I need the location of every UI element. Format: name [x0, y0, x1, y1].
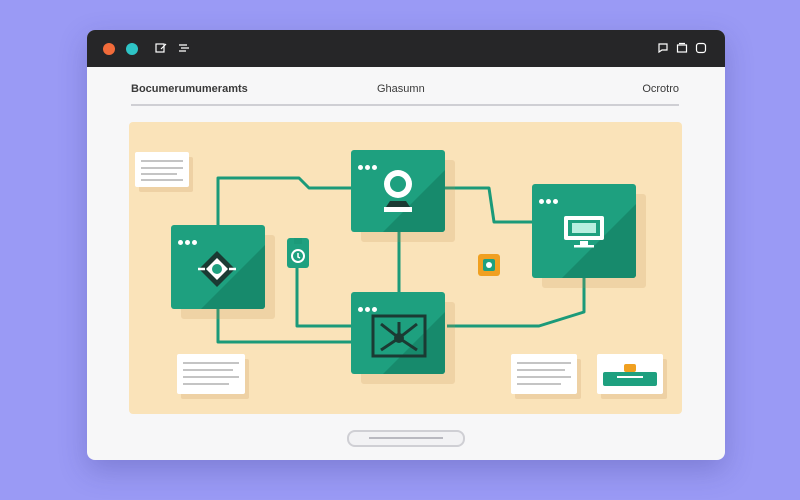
window-close-button[interactable] — [103, 43, 115, 55]
decision-node[interactable] — [171, 225, 265, 309]
hub-node[interactable] — [351, 292, 445, 374]
user-profile-node[interactable] — [351, 150, 445, 232]
page-header: Bocumerumumeramts Ghasumn Ocrotro — [131, 80, 679, 106]
header-center-label[interactable]: Ghasumn — [377, 83, 425, 95]
diamond-move-icon — [198, 251, 236, 287]
note-card-bottom-left[interactable] — [177, 354, 245, 394]
monitor-icon — [564, 216, 604, 248]
node-menu-dots[interactable] — [358, 297, 379, 312]
page-title: Bocumerumumeramts — [131, 83, 248, 95]
device-connector[interactable] — [287, 238, 309, 268]
network-icon — [371, 314, 427, 358]
list-icon[interactable] — [178, 42, 190, 54]
node-menu-dots[interactable] — [178, 230, 199, 245]
note-card-top-left[interactable] — [135, 152, 189, 187]
window-expand-button[interactable] — [126, 43, 138, 55]
edit-icon[interactable] — [155, 42, 167, 54]
title-bar — [87, 30, 725, 67]
settings-icon — [483, 259, 495, 271]
status-pill[interactable] — [347, 430, 465, 447]
window-icon[interactable] — [695, 42, 707, 54]
app-window: Bocumerumumeramts Ghasumn Ocrotro — [87, 30, 725, 460]
profile-card[interactable] — [597, 354, 663, 394]
node-menu-dots[interactable] — [358, 155, 379, 170]
note-card-bottom-right[interactable] — [511, 354, 577, 394]
device-icon — [291, 238, 305, 263]
monitor-node[interactable] — [532, 184, 636, 278]
tabs-icon[interactable] — [676, 42, 688, 54]
user-icon — [384, 170, 412, 212]
settings-connector[interactable] — [478, 254, 500, 276]
header-right-label[interactable]: Ocrotro — [642, 83, 679, 95]
chat-icon[interactable] — [657, 42, 669, 54]
node-menu-dots[interactable] — [539, 189, 560, 204]
workflow-canvas[interactable] — [129, 122, 682, 414]
